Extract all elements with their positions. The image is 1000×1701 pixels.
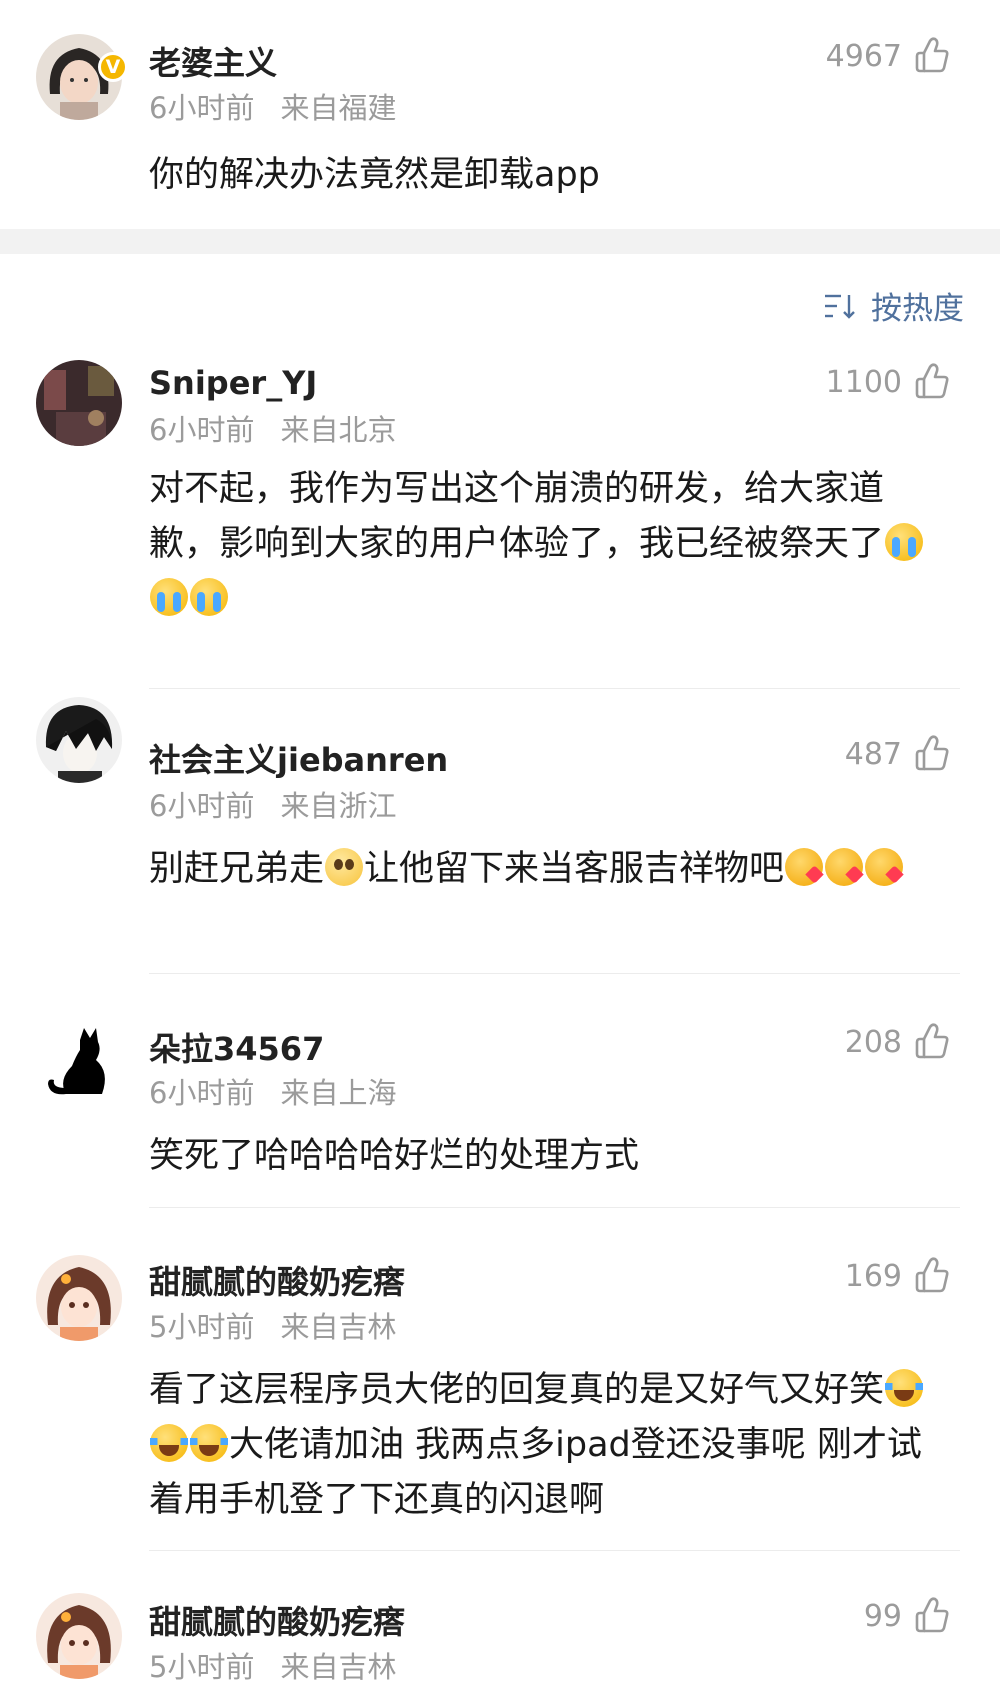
username[interactable]: 老婆主义 <box>149 38 277 84</box>
blow-kiss-emoji-icon <box>865 848 904 886</box>
avatar[interactable] <box>36 360 122 446</box>
comment-text: 对不起，我作为写出这个崩溃的研发，给大家道歉，影响到大家的用户体验了，我已经被祭… <box>149 462 929 627</box>
like-button[interactable]: 169 <box>845 1256 952 1296</box>
username[interactable]: 甜腻腻的酸奶疙瘩 <box>149 1257 405 1303</box>
verified-badge-icon: V <box>98 52 128 82</box>
crying-emoji-icon <box>150 578 188 616</box>
divider <box>149 688 960 689</box>
comment-text-part: 对不起，我作为写出这个崩溃的研发，给大家道歉，影响到大家的用户体验了，我已经被祭… <box>149 469 885 564</box>
avatar[interactable] <box>36 1020 122 1106</box>
sort-by-hot-button[interactable]: 按热度 <box>823 283 964 328</box>
comment-text: 看了这层程序员大佬的回复真的是又好气又好笑大佬请加油 我两点多ipad登还没事呢… <box>149 1363 929 1528</box>
like-count: 4967 <box>825 38 902 74</box>
laughing-crying-emoji-icon <box>190 1424 228 1462</box>
like-button[interactable]: 99 <box>864 1596 952 1636</box>
like-count: 208 <box>844 1024 902 1060</box>
location: 来自浙江 <box>280 789 397 823</box>
comment-text-part: 大佬请加油 我两点多ipad登还没事呢 刚才试着用手机登了下还真的闪退啊 <box>149 1425 922 1520</box>
anime-boy-avatar-icon <box>36 697 122 783</box>
black-cat-avatar-icon <box>36 1020 122 1106</box>
comment-text: 别赶兄弟走 让他留下来当客服吉祥物吧 <box>149 842 959 897</box>
username[interactable]: Sniper_YJ <box>149 364 317 402</box>
comment-meta: 6小时前 来自北京 <box>149 407 396 449</box>
timestamp: 6小时前 <box>149 789 255 823</box>
like-count: 487 <box>844 736 902 772</box>
timestamp: 5小时前 <box>149 1310 255 1344</box>
sort-icon <box>825 294 855 319</box>
crying-emoji-icon <box>190 578 228 616</box>
dark-room-avatar-icon <box>36 360 122 446</box>
comment-meta: 6小时前 来自福建 <box>149 85 396 127</box>
timestamp: 6小时前 <box>149 1076 255 1110</box>
username[interactable]: 甜腻腻的酸奶疙瘩 <box>149 1597 405 1643</box>
timestamp: 6小时前 <box>149 413 255 447</box>
like-button[interactable]: 4967 <box>826 36 952 76</box>
thumbs-up-icon <box>915 1023 949 1059</box>
pleading-emoji-icon <box>325 848 364 886</box>
crying-emoji-icon <box>885 523 924 561</box>
location: 来自福建 <box>280 91 397 125</box>
comment-meta: 6小时前 来自上海 <box>149 1070 396 1112</box>
comment-text: 你的解决办法竟然是卸载app <box>149 155 600 195</box>
comment-meta: 5小时前 来自吉林 <box>149 1644 396 1686</box>
username[interactable]: 社会主义jiebanren <box>149 735 448 781</box>
avatar[interactable] <box>36 697 122 783</box>
location: 来自上海 <box>280 1076 397 1110</box>
section-divider <box>0 229 1000 254</box>
laughing-crying-emoji-icon <box>150 1424 188 1462</box>
location: 来自吉林 <box>280 1310 397 1344</box>
comment-text-part: 让他留下来当客服吉祥物吧 <box>364 849 785 889</box>
avatar[interactable] <box>36 1255 122 1341</box>
comment-text: 笑死了哈哈哈哈好烂的处理方式 <box>149 1136 640 1176</box>
like-button[interactable]: 208 <box>845 1022 952 1062</box>
blow-kiss-emoji-icon <box>785 848 824 886</box>
divider <box>149 1207 960 1208</box>
comment-meta: 6小时前 来自浙江 <box>149 783 396 825</box>
blow-kiss-emoji-icon <box>825 848 864 886</box>
avatar[interactable] <box>36 1593 122 1679</box>
like-count: 1100 <box>825 364 902 400</box>
divider <box>149 1550 960 1551</box>
thumbs-up-icon <box>915 735 949 771</box>
comment-text-part: 别赶兄弟走 <box>149 849 325 889</box>
anime-girl-avatar-icon <box>36 1593 122 1679</box>
thumbs-up-icon <box>915 37 949 73</box>
sort-label: 按热度 <box>871 291 964 327</box>
comment-meta: 5小时前 来自吉林 <box>149 1304 396 1346</box>
thumbs-up-icon <box>915 1257 949 1293</box>
thumbs-up-icon <box>915 1597 949 1633</box>
username[interactable]: 朵拉34567 <box>149 1024 324 1070</box>
location: 来自北京 <box>280 413 397 447</box>
divider <box>149 973 960 974</box>
like-button[interactable]: 1100 <box>826 362 952 402</box>
like-button[interactable]: 487 <box>845 734 952 774</box>
timestamp: 6小时前 <box>149 91 255 125</box>
location: 来自吉林 <box>280 1650 397 1684</box>
like-count: 99 <box>863 1598 902 1634</box>
timestamp: 5小时前 <box>149 1650 255 1684</box>
like-count: 169 <box>844 1258 902 1294</box>
comment-text-part: 看了这层程序员大佬的回复真的是又好气又好笑 <box>149 1370 885 1410</box>
laughing-crying-emoji-icon <box>885 1369 924 1407</box>
thumbs-up-icon <box>915 363 949 399</box>
anime-girl-avatar-icon <box>36 1255 122 1341</box>
